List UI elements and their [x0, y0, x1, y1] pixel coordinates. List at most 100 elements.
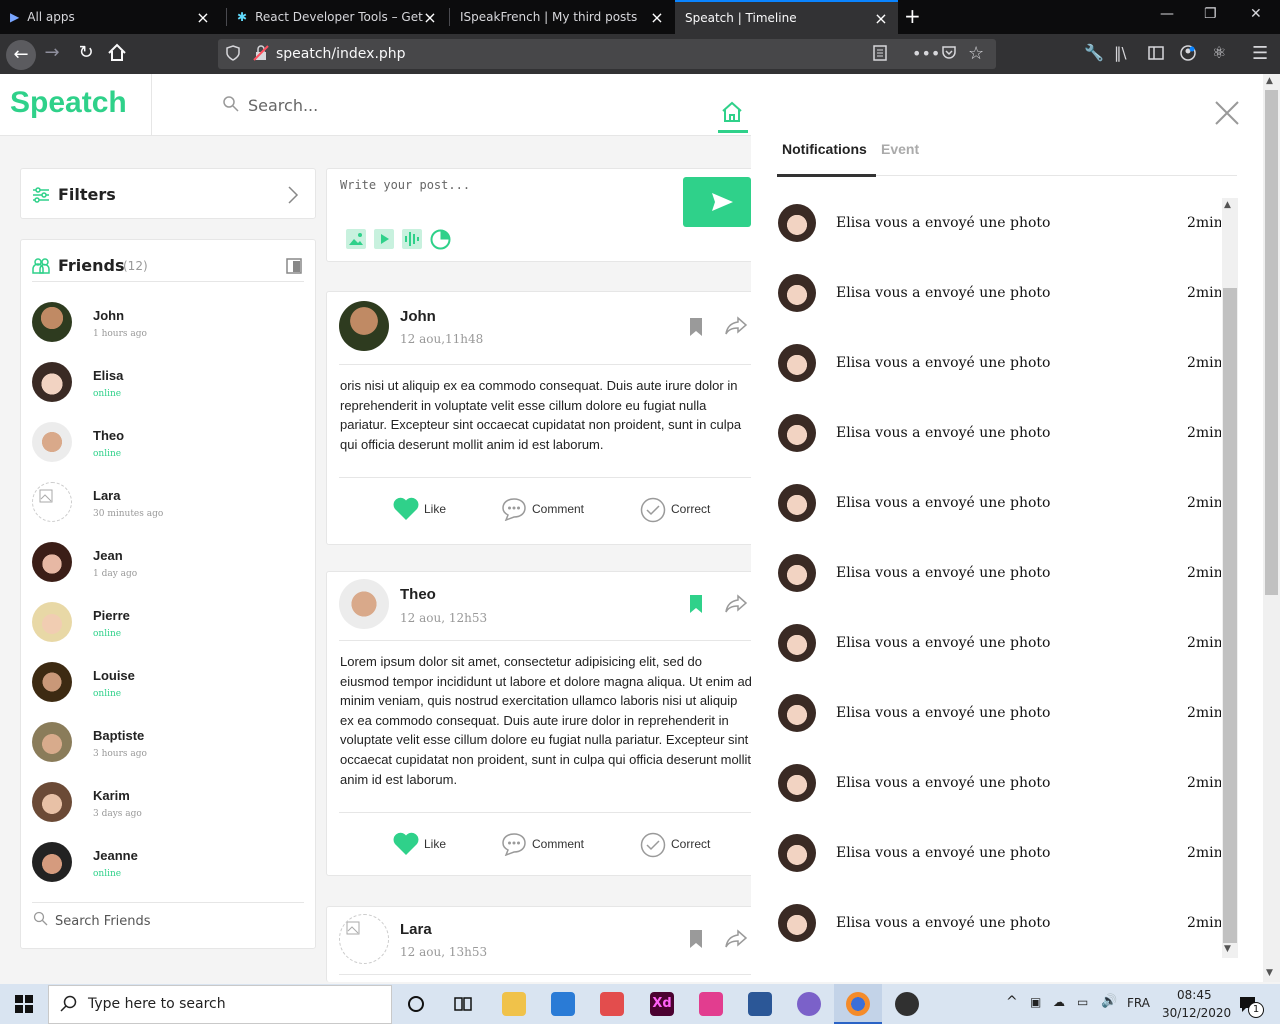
obs-icon[interactable]: [895, 992, 919, 1016]
forward-arrow-icon[interactable]: →: [40, 42, 64, 63]
friend-name[interactable]: Louise: [93, 668, 135, 683]
friend-name[interactable]: Jean: [93, 548, 123, 563]
browser-tab[interactable]: ▶ All apps ×: [0, 0, 220, 34]
comment-bubble-icon[interactable]: [501, 832, 527, 860]
image-upload-icon[interactable]: [346, 229, 366, 249]
avatar[interactable]: [32, 722, 72, 762]
bookmark-icon[interactable]: [689, 929, 703, 953]
share-arrow-icon[interactable]: [724, 316, 748, 340]
app-logo[interactable]: Speatch: [10, 86, 127, 120]
post-author-name[interactable]: John: [400, 308, 436, 325]
comment-button[interactable]: Comment: [532, 837, 584, 851]
chevron-up-icon[interactable]: ^: [1006, 994, 1018, 1010]
notifications-scrollbar-thumb[interactable]: [1223, 288, 1237, 943]
video-upload-icon[interactable]: [374, 229, 394, 249]
send-button[interactable]: [683, 177, 751, 227]
broken-image-avatar[interactable]: [339, 914, 389, 964]
scroll-up-arrow-icon[interactable]: ▲: [1224, 200, 1231, 210]
notification-item[interactable]: Elisa vous a envoyé une photo 2min: [777, 618, 1221, 688]
avatar[interactable]: [32, 542, 72, 582]
task-view-icon[interactable]: [453, 994, 473, 1018]
poll-chart-icon[interactable]: [430, 229, 451, 254]
friend-name[interactable]: Elisa: [93, 368, 123, 383]
notification-item[interactable]: Elisa vous a envoyé une photo 2min: [777, 198, 1221, 268]
close-panel-icon[interactable]: [1214, 100, 1240, 130]
clock-date[interactable]: 30/12/2020: [1162, 1006, 1231, 1020]
clock-time[interactable]: 08:45: [1177, 988, 1212, 1002]
comment-bubble-icon[interactable]: [501, 497, 527, 525]
notification-item[interactable]: Elisa vous a envoyé une photo 2min: [777, 898, 1221, 958]
tab-close-icon[interactable]: ×: [650, 8, 664, 27]
broken-image-avatar[interactable]: [32, 482, 72, 522]
notification-item[interactable]: Elisa vous a envoyé une photo 2min: [777, 688, 1221, 758]
window-close-icon[interactable]: ✕: [1250, 6, 1262, 22]
scroll-down-arrow-icon[interactable]: ▼: [1224, 944, 1231, 954]
friend-name[interactable]: John: [93, 308, 124, 323]
minimize-icon[interactable]: —: [1160, 6, 1174, 22]
friend-name[interactable]: Theo: [93, 428, 124, 443]
browser-tab[interactable]: ISpeakFrench | My third posts ×: [450, 0, 674, 34]
page-scrollbar-thumb[interactable]: [1265, 90, 1278, 595]
notification-item[interactable]: Elisa vous a envoyé une photo 2min: [777, 758, 1221, 828]
tab-notifications[interactable]: Notifications: [782, 141, 867, 157]
reload-icon[interactable]: ↻: [74, 42, 98, 63]
chevron-right-icon[interactable]: [286, 185, 300, 209]
notification-item[interactable]: Elisa vous a envoyé une photo 2min: [777, 408, 1221, 478]
library-icon[interactable]: ‖\: [1114, 44, 1127, 62]
home-icon[interactable]: [106, 42, 128, 68]
correct-button[interactable]: Correct: [671, 502, 710, 516]
post-author-name[interactable]: Lara: [400, 921, 432, 938]
expand-panel-icon[interactable]: [286, 258, 302, 278]
page-actions-icon[interactable]: •••: [912, 44, 940, 63]
scroll-up-arrow-icon[interactable]: ▲: [1266, 76, 1273, 86]
sidebar-icon[interactable]: [1148, 45, 1164, 65]
avatar[interactable]: [32, 782, 72, 822]
friend-name[interactable]: Lara: [93, 488, 120, 503]
notification-item[interactable]: Elisa vous a envoyé une photo 2min: [777, 478, 1221, 548]
back-arrow-icon[interactable]: ←: [6, 40, 36, 70]
scroll-down-arrow-icon[interactable]: ▼: [1266, 968, 1273, 978]
bookmark-filled-icon[interactable]: [689, 594, 703, 618]
notification-item[interactable]: Elisa vous a envoyé une photo 2min: [777, 338, 1221, 408]
insecure-lock-icon[interactable]: [253, 45, 269, 65]
start-windows-icon[interactable]: [0, 984, 48, 1024]
heart-icon[interactable]: [393, 832, 419, 860]
share-arrow-icon[interactable]: [724, 594, 748, 618]
tab-close-icon[interactable]: ×: [874, 9, 888, 28]
new-tab-plus-icon[interactable]: +: [904, 4, 921, 28]
cortana-icon[interactable]: [406, 994, 426, 1018]
notification-item[interactable]: Elisa vous a envoyé une photo 2min: [777, 548, 1221, 618]
search-input[interactable]: Search...: [248, 96, 318, 115]
avatar[interactable]: [32, 302, 72, 342]
language-indicator[interactable]: FRA: [1127, 996, 1150, 1010]
like-button[interactable]: Like: [424, 837, 446, 851]
avatar[interactable]: [32, 362, 72, 402]
check-circle-icon[interactable]: [640, 497, 666, 527]
friend-name[interactable]: Baptiste: [93, 728, 144, 743]
notification-item[interactable]: Elisa vous a envoyé une photo 2min: [777, 268, 1221, 338]
check-circle-icon[interactable]: [640, 832, 666, 862]
network-icon[interactable]: ▭: [1077, 995, 1088, 1009]
post-author-avatar[interactable]: [339, 579, 389, 629]
bookmark-star-icon[interactable]: ☆: [968, 43, 984, 64]
account-icon[interactable]: [1180, 45, 1196, 65]
shield-icon[interactable]: [226, 45, 240, 65]
like-button[interactable]: Like: [424, 502, 446, 516]
taskbar-search-input[interactable]: Type here to search: [88, 996, 226, 1012]
url-text[interactable]: speatch/index.php: [276, 46, 406, 62]
device-icon[interactable]: ▣: [1030, 995, 1041, 1009]
tab-close-icon[interactable]: ×: [423, 8, 437, 27]
share-arrow-icon[interactable]: [724, 929, 748, 953]
wrench-icon[interactable]: 🔧: [1084, 43, 1104, 62]
friend-name[interactable]: Pierre: [93, 608, 130, 623]
restore-icon[interactable]: ❐: [1204, 6, 1217, 22]
onedrive-cloud-icon[interactable]: ☁: [1053, 995, 1065, 1009]
creative-cloud-icon[interactable]: [600, 992, 624, 1016]
menu-hamburger-icon[interactable]: ☰: [1252, 43, 1268, 64]
avatar[interactable]: [32, 662, 72, 702]
audio-upload-icon[interactable]: [402, 229, 422, 249]
search-friends-input[interactable]: Search Friends: [55, 914, 151, 929]
file-explorer-icon[interactable]: [502, 992, 526, 1016]
avatar[interactable]: [32, 842, 72, 882]
post-textarea[interactable]: Write your post...: [340, 178, 470, 192]
